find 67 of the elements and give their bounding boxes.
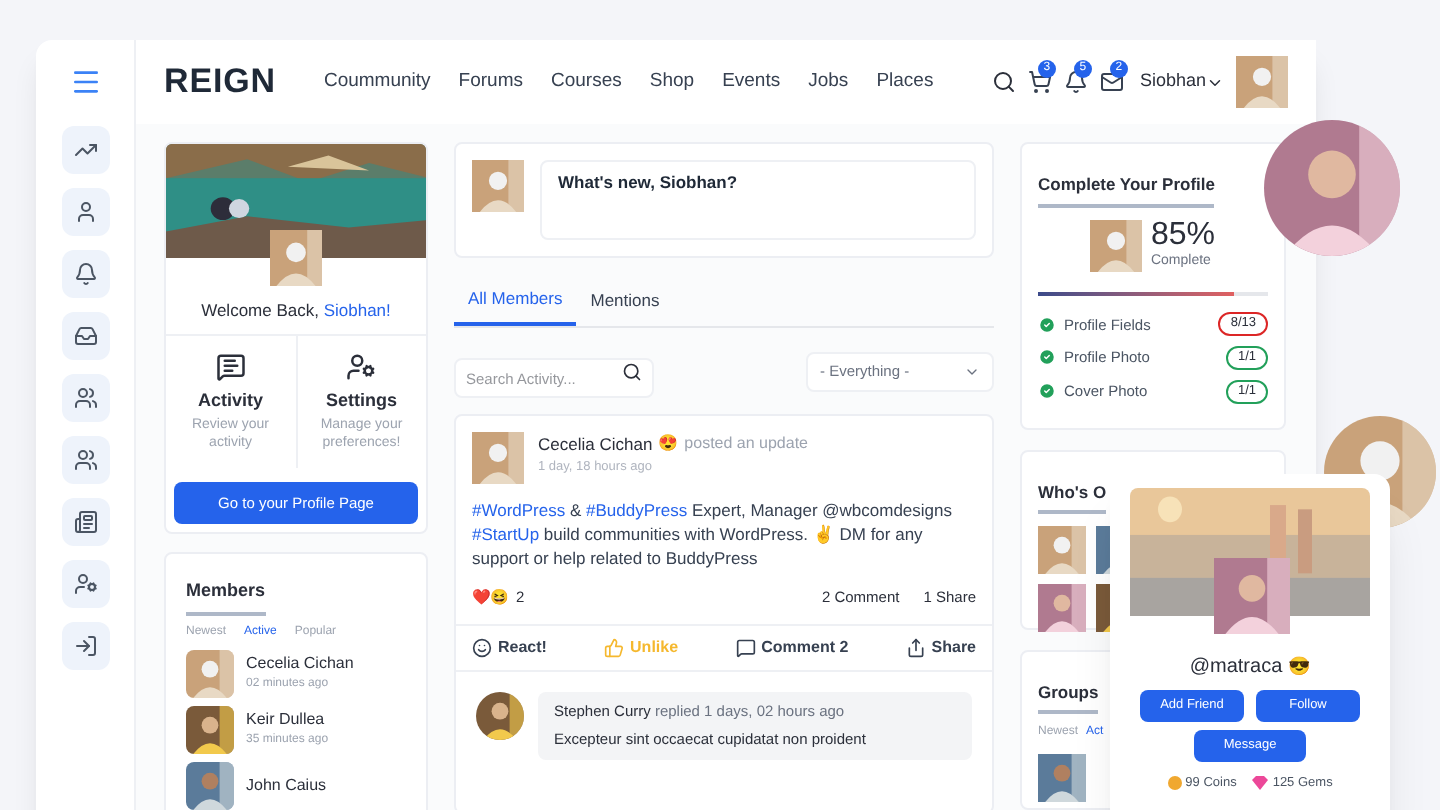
link-title: Activity: [197, 387, 263, 414]
sidebar-button[interactable]: [61, 126, 109, 174]
post-text: #WordPress & #BuddyPress Expert, Manager @wbcomdesigns #StartUp build communities with WordPress. ✌ DM for any support or help related to BuddyPress: [470, 497, 954, 570]
sidebar-button[interactable]: [61, 188, 109, 236]
comment-icon: [735, 638, 756, 658]
section-title: Members: [186, 578, 266, 616]
sidebar-button[interactable]: [61, 436, 109, 484]
check-icon: [1038, 315, 1056, 334]
sidebar-button[interactable]: [61, 498, 109, 546]
sidebar-button[interactable]: [61, 622, 109, 670]
sidebar-button[interactable]: [61, 312, 109, 360]
menu-icon[interactable]: [69, 66, 101, 98]
coin-icon: [1167, 776, 1182, 791]
bell-icon: [73, 262, 97, 286]
share-icon: [905, 638, 926, 658]
mail-icon[interactable]: [1099, 70, 1124, 94]
login-icon: [73, 634, 97, 658]
check-icon: [1038, 348, 1056, 367]
link-title: Settings: [325, 387, 397, 414]
nav-link[interactable]: Shop: [649, 67, 695, 97]
member-name[interactable]: Keir Dullea: [246, 708, 329, 733]
search-icon[interactable]: [991, 70, 1016, 94]
chart-icon: [73, 138, 97, 162]
nav-link[interactable]: Events: [722, 67, 781, 97]
feed-tab[interactable]: Mentions: [576, 278, 674, 326]
user-settings-icon: [73, 572, 97, 596]
post-action-button[interactable]: Comment 2: [735, 636, 849, 660]
gem-icon: [1252, 776, 1269, 791]
sidebar-button[interactable]: [61, 250, 109, 298]
smile-icon: [472, 638, 492, 658]
profile-handle: @matraca: [1189, 654, 1283, 682]
thumbs-up-icon: [604, 638, 625, 658]
emoji: 😍: [658, 432, 679, 457]
user-icon: [73, 200, 97, 224]
inbox-icon: [73, 324, 97, 348]
chat-icon: [215, 351, 246, 382]
section-title: Groups: [1038, 679, 1099, 715]
member-name[interactable]: Cecelia Cichan: [246, 652, 354, 677]
user-menu[interactable]: Siobhan: [1139, 68, 1224, 96]
group-icon: [73, 448, 97, 472]
nav-link[interactable]: Coummunity: [323, 67, 431, 97]
section-title: Who's O: [1038, 479, 1107, 515]
logo[interactable]: REIGN: [164, 56, 276, 108]
group-icon: [73, 386, 97, 410]
post-action-button[interactable]: React!: [472, 636, 547, 660]
post-action: posted an update: [684, 432, 809, 457]
status-field[interactable]: What's new, Siobhan?: [540, 160, 976, 240]
emoji: 😎: [1288, 653, 1311, 680]
welcome-text: Welcome Back,: [201, 300, 319, 320]
author-name[interactable]: Cecelia Cichan: [538, 431, 653, 457]
nav-link[interactable]: Places: [876, 67, 934, 97]
user-settings-icon: [346, 351, 377, 382]
sidebar-button[interactable]: [61, 560, 109, 608]
bell-icon[interactable]: [1063, 70, 1088, 94]
completion-percent: 85%: [1150, 219, 1216, 252]
nav-link[interactable]: Courses: [551, 67, 622, 97]
feed-tab[interactable]: All Members: [454, 278, 577, 326]
post-action-button[interactable]: Share: [905, 636, 976, 660]
search-icon: [622, 361, 642, 382]
member-name[interactable]: John Caius: [246, 773, 327, 798]
check-icon: [1038, 382, 1056, 401]
section-title: Complete Your Profile: [1038, 172, 1215, 208]
cart-icon[interactable]: [1027, 70, 1052, 94]
sidebar-button[interactable]: [61, 374, 109, 422]
nav-link[interactable]: Jobs: [808, 67, 849, 97]
user-link[interactable]: Siobhan!: [323, 300, 391, 320]
nav-link[interactable]: Forums: [458, 67, 523, 97]
